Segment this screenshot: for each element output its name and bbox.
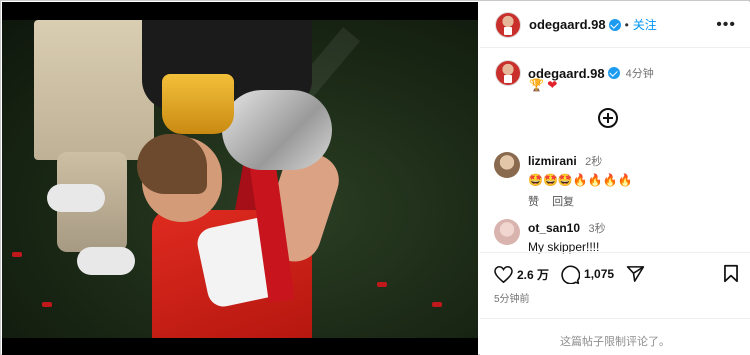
- like-count[interactable]: 2.6 万: [517, 266, 549, 283]
- comment-reply-button[interactable]: 回复: [552, 196, 574, 208]
- photo-shoe: [77, 247, 135, 275]
- photo-background-person: [34, 20, 154, 160]
- comment-button[interactable]: 1,075: [561, 265, 614, 284]
- commenter-avatar[interactable]: [494, 152, 520, 178]
- comment-time[interactable]: 3秒: [588, 223, 605, 235]
- post-image[interactable]: [2, 2, 478, 355]
- post-actions-bar: 2.6 万 1,075: [494, 264, 739, 284]
- post-header: odegaard.98 • 关注 •••: [480, 2, 750, 48]
- comment-text: 🤩🤩🤩🔥🔥🔥🔥: [528, 173, 633, 187]
- trophy-emoji: 🏆: [529, 78, 544, 92]
- photo-confetti: [377, 282, 387, 287]
- comment-like-button[interactable]: 赞: [528, 196, 539, 208]
- comment-username[interactable]: lizmirani: [528, 154, 577, 168]
- separator-dot: •: [624, 17, 629, 32]
- plus-circle-icon[interactable]: [598, 108, 618, 128]
- comment-bubble-icon: [561, 265, 581, 284]
- verified-badge-icon: [608, 18, 621, 31]
- post-caption: odegaard.98 4分钟 🏆 ❤: [495, 60, 740, 92]
- post-timestamp[interactable]: 5分钟前: [494, 290, 530, 305]
- photo-player-hair: [137, 134, 207, 194]
- photo-confetti: [432, 302, 442, 307]
- commenter-avatar[interactable]: [494, 219, 520, 245]
- photo-trophy-crown: [162, 74, 234, 134]
- author-avatar[interactable]: [495, 11, 521, 38]
- caption-time[interactable]: 4分钟: [626, 65, 654, 81]
- share-button[interactable]: [626, 265, 649, 283]
- comment-username[interactable]: ot_san10: [528, 221, 580, 235]
- post-dialog: odegaard.98 • 关注 ••• odegaard.98 4分钟 🏆 ❤: [0, 0, 750, 355]
- photo-shoe: [47, 184, 105, 212]
- heart-icon: [494, 265, 513, 283]
- photo-confetti: [12, 252, 22, 257]
- photo-confetti: [42, 302, 52, 307]
- divider: [480, 318, 750, 319]
- comment-time[interactable]: 2秒: [585, 156, 602, 168]
- more-options-icon[interactable]: •••: [716, 16, 736, 34]
- comments-limited-notice: 这篇帖子限制评论了。: [560, 336, 670, 348]
- comment-count[interactable]: 1,075: [584, 267, 614, 281]
- caption-text: 🏆 ❤: [529, 78, 557, 92]
- verified-badge-icon: [607, 67, 620, 79]
- divider: [480, 252, 750, 253]
- heart-emoji: ❤: [547, 78, 558, 92]
- author-username[interactable]: odegaard.98: [529, 17, 606, 32]
- follow-button[interactable]: 关注: [633, 16, 657, 33]
- post-sidebar: odegaard.98 • 关注 ••• odegaard.98 4分钟 🏆 ❤: [480, 2, 750, 355]
- paper-plane-icon: [626, 266, 645, 282]
- caption-author-avatar[interactable]: [495, 60, 521, 86]
- photo-trophy: [222, 90, 332, 170]
- bookmark-icon: [724, 264, 738, 283]
- save-button[interactable]: [723, 264, 739, 288]
- like-button[interactable]: 2.6 万: [494, 265, 549, 283]
